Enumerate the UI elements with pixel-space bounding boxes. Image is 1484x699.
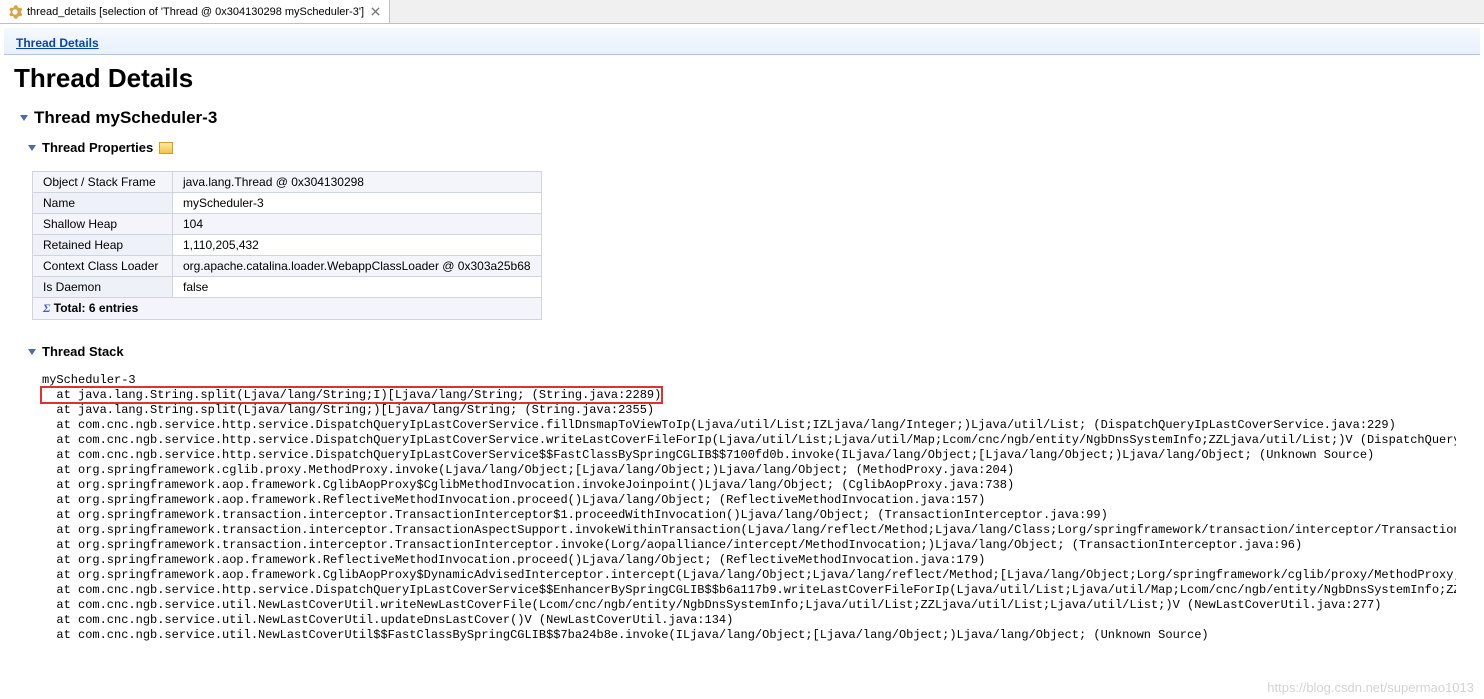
stack-frame: at com.cnc.ngb.service.http.service.Disp… — [42, 418, 1456, 433]
breadcrumb: Thread Details — [4, 28, 1480, 55]
thread-section-header[interactable]: Thread myScheduler-3 — [20, 108, 1470, 134]
property-label: Retained Heap — [33, 235, 173, 256]
property-value: 104 — [173, 214, 542, 235]
stack-frame: at com.cnc.ngb.service.util.NewLastCover… — [42, 598, 1456, 613]
stack-frame: at com.cnc.ngb.service.http.service.Disp… — [42, 448, 1456, 463]
page-title: Thread Details — [0, 55, 1484, 102]
property-label: Is Daemon — [33, 277, 173, 298]
properties-table: Object / Stack Framejava.lang.Thread @ 0… — [32, 171, 542, 320]
table-row: Context Class Loaderorg.apache.catalina.… — [33, 256, 542, 277]
sigma-icon: Σ — [43, 301, 50, 315]
stack-frame: at org.springframework.transaction.inter… — [42, 508, 1456, 523]
table-footer-text: Total: 6 entries — [54, 301, 138, 315]
property-value: false — [173, 277, 542, 298]
table-footer-row: Σ Total: 6 entries — [33, 298, 542, 320]
stack-frame: at org.springframework.transaction.inter… — [42, 538, 1456, 553]
stack-frame: at org.springframework.aop.framework.Cgl… — [42, 568, 1456, 583]
table-row: NamemyScheduler-3 — [33, 193, 542, 214]
property-value: 1,110,205,432 — [173, 235, 542, 256]
table-row: Retained Heap1,110,205,432 — [33, 235, 542, 256]
property-label: Context Class Loader — [33, 256, 173, 277]
stack-frame: at java.lang.String.split(Ljava/lang/Str… — [42, 403, 1456, 418]
table-row: Object / Stack Framejava.lang.Thread @ 0… — [33, 172, 542, 193]
stack-frame: at com.cnc.ngb.service.util.NewLastCover… — [42, 628, 1456, 643]
stack-block: myScheduler-3 at java.lang.String.split(… — [28, 365, 1456, 643]
table-row: Shallow Heap104 — [33, 214, 542, 235]
property-value: org.apache.catalina.loader.WebappClassLo… — [173, 256, 542, 277]
content-area: Thread Details Thread Details Thread myS… — [0, 28, 1484, 655]
editor-tab[interactable]: thread_details [selection of 'Thread @ 0… — [0, 0, 390, 23]
breadcrumb-link[interactable]: Thread Details — [16, 36, 99, 50]
tab-bar: thread_details [selection of 'Thread @ 0… — [0, 0, 1484, 24]
stack-frame: at org.springframework.aop.framework.Cgl… — [42, 478, 1456, 493]
close-icon[interactable] — [369, 6, 381, 18]
properties-section: Thread Properties Object / Stack Frameja… — [20, 134, 1470, 326]
properties-icon — [159, 142, 173, 154]
table-row: Is Daemonfalse — [33, 277, 542, 298]
thread-section-title: Thread myScheduler-3 — [34, 108, 217, 128]
stack-section-title: Thread Stack — [42, 344, 124, 359]
chevron-down-icon — [28, 349, 36, 355]
stack-frame: at java.lang.String.split(Ljava/lang/Str… — [42, 388, 1456, 403]
property-label: Name — [33, 193, 173, 214]
stack-frame: at com.cnc.ngb.service.util.NewLastCover… — [42, 613, 1456, 628]
stack-section: Thread Stack myScheduler-3 at java.lang.… — [20, 326, 1470, 649]
stack-frame: at com.cnc.ngb.service.http.service.Disp… — [42, 433, 1456, 448]
property-label: Shallow Heap — [33, 214, 173, 235]
stack-thread-name: myScheduler-3 — [42, 373, 1456, 388]
stack-frame: at org.springframework.aop.framework.Ref… — [42, 553, 1456, 568]
thread-section: Thread myScheduler-3 Thread Properties O… — [0, 102, 1484, 655]
property-value: java.lang.Thread @ 0x304130298 — [173, 172, 542, 193]
chevron-down-icon — [20, 115, 28, 121]
stack-frame: at com.cnc.ngb.service.http.service.Disp… — [42, 583, 1456, 598]
watermark: https://blog.csdn.net/supermao1013 — [1267, 680, 1474, 695]
tab-title: thread_details [selection of 'Thread @ 0… — [27, 6, 364, 18]
property-label: Object / Stack Frame — [33, 172, 173, 193]
property-value: myScheduler-3 — [173, 193, 542, 214]
stack-frame: at org.springframework.cglib.proxy.Metho… — [42, 463, 1456, 478]
highlighted-frame: at java.lang.String.split(Ljava/lang/Str… — [42, 388, 661, 402]
properties-section-header[interactable]: Thread Properties — [28, 140, 1456, 161]
stack-section-header[interactable]: Thread Stack — [28, 344, 1456, 365]
stack-trace: myScheduler-3 at java.lang.String.split(… — [28, 373, 1456, 643]
chevron-down-icon — [28, 145, 36, 151]
gear-icon — [8, 5, 22, 19]
stack-frame: at org.springframework.transaction.inter… — [42, 523, 1456, 538]
stack-frame: at org.springframework.aop.framework.Ref… — [42, 493, 1456, 508]
properties-section-title: Thread Properties — [42, 140, 153, 155]
